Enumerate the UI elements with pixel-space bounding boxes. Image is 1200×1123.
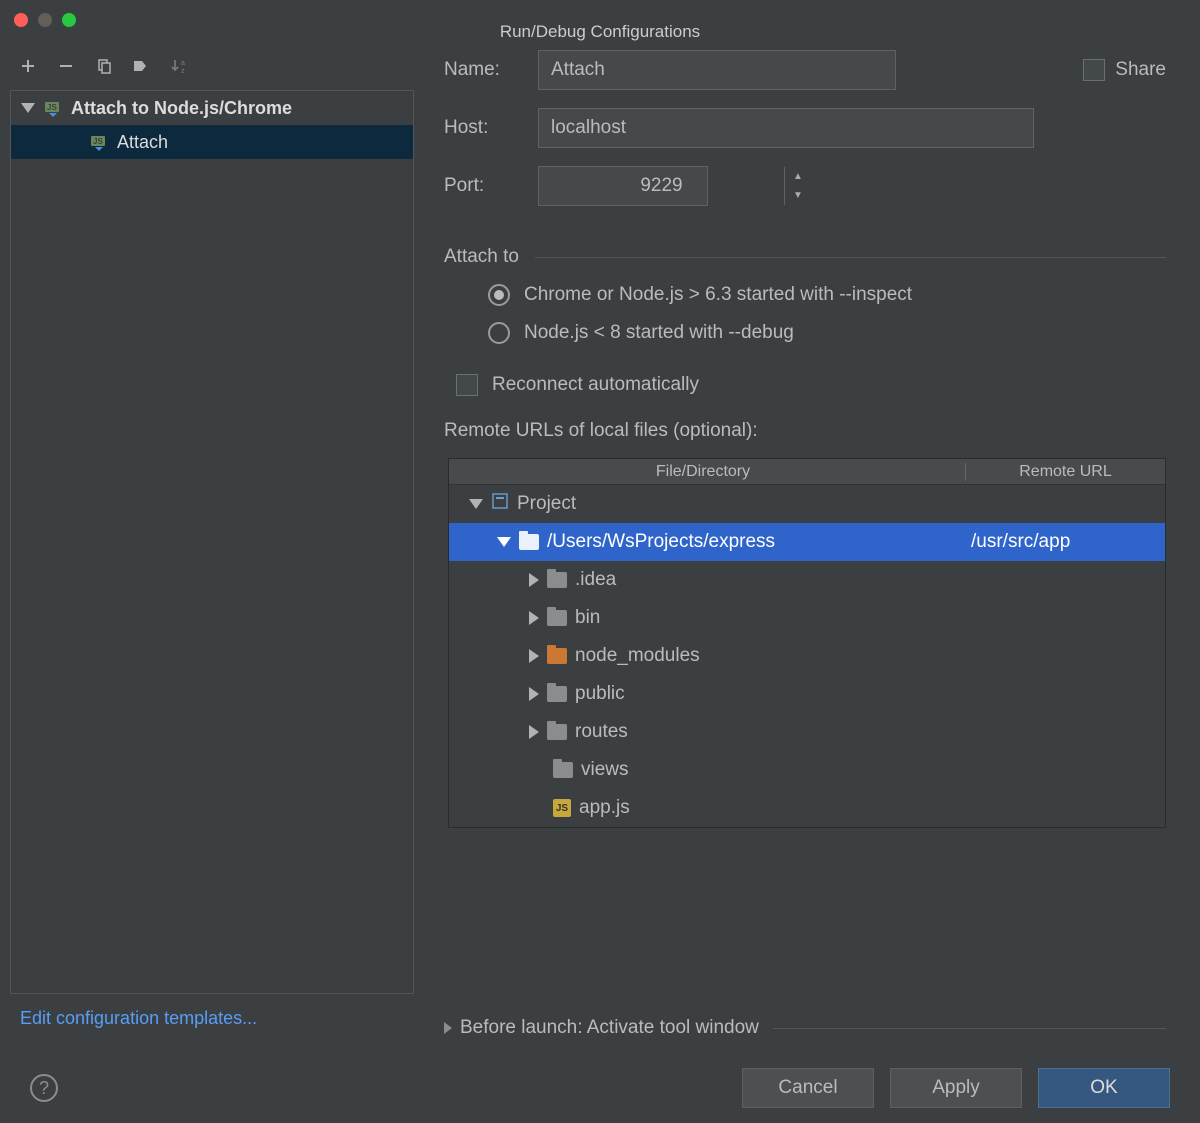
config-form: Name: Share Host: Port: ▲ ▼ Attach to bbox=[424, 40, 1200, 1053]
project-icon bbox=[491, 492, 509, 516]
svg-text:JS: JS bbox=[93, 137, 103, 146]
chevron-right-icon bbox=[529, 611, 539, 625]
copy-config-icon[interactable] bbox=[94, 56, 114, 76]
table-row[interactable]: routes bbox=[449, 713, 1165, 751]
attach-option2-label: Node.js < 8 started with --debug bbox=[524, 322, 794, 344]
port-step-down[interactable]: ▼ bbox=[785, 186, 811, 205]
share-checkbox[interactable] bbox=[1083, 59, 1105, 81]
svg-text:JS: JS bbox=[47, 103, 57, 112]
row-label: public bbox=[575, 683, 625, 705]
save-config-icon[interactable] bbox=[132, 56, 152, 76]
row-label: .idea bbox=[575, 569, 616, 591]
attach-option1-label: Chrome or Node.js > 6.3 started with --i… bbox=[524, 284, 912, 306]
row-label: app.js bbox=[579, 797, 630, 819]
edit-templates-link[interactable]: Edit configuration templates... bbox=[10, 994, 414, 1043]
window-zoom-icon[interactable] bbox=[62, 13, 76, 27]
ok-button[interactable]: OK bbox=[1038, 1068, 1170, 1108]
radio-selected-icon bbox=[488, 284, 510, 306]
radio-icon bbox=[488, 322, 510, 344]
nodejs-icon: JS bbox=[89, 132, 109, 152]
remote-urls-table: File/Directory Remote URL Project /Users… bbox=[448, 458, 1166, 828]
host-label: Host: bbox=[444, 117, 538, 139]
config-tree[interactable]: JS Attach to Node.js/Chrome JS Attach bbox=[10, 90, 414, 994]
dialog-footer: ? Cancel Apply OK bbox=[0, 1053, 1200, 1123]
table-row[interactable]: JS app.js bbox=[449, 789, 1165, 827]
chevron-down-icon bbox=[497, 537, 511, 547]
attach-option-debug[interactable]: Node.js < 8 started with --debug bbox=[444, 314, 1166, 352]
chevron-right-icon bbox=[529, 687, 539, 701]
sort-config-icon[interactable]: az bbox=[170, 56, 190, 76]
port-label: Port: bbox=[444, 175, 538, 197]
remote-url-value[interactable]: /usr/src/app bbox=[963, 531, 1165, 553]
table-row[interactable]: bin bbox=[449, 599, 1165, 637]
table-row[interactable]: views bbox=[449, 751, 1165, 789]
svg-text:z: z bbox=[181, 68, 185, 75]
window-close-icon[interactable] bbox=[14, 13, 28, 27]
remove-config-icon[interactable] bbox=[56, 56, 76, 76]
reconnect-label: Reconnect automatically bbox=[492, 374, 699, 396]
config-item-attach[interactable]: JS Attach bbox=[11, 125, 413, 159]
window-minimize-icon[interactable] bbox=[38, 13, 52, 27]
reconnect-checkbox[interactable] bbox=[456, 374, 478, 396]
table-row[interactable]: node_modules bbox=[449, 637, 1165, 675]
chevron-down-icon bbox=[21, 103, 35, 113]
row-label: routes bbox=[575, 721, 628, 743]
table-row[interactable]: Project bbox=[449, 485, 1165, 523]
configurations-sidebar: az JS Attach to Node.js/Chrome JS Attach… bbox=[0, 40, 424, 1053]
folder-excluded-icon bbox=[547, 648, 567, 664]
svg-text:a: a bbox=[181, 60, 185, 67]
window-title: Run/Debug Configurations bbox=[500, 22, 700, 42]
chevron-right-icon bbox=[529, 573, 539, 587]
folder-icon bbox=[519, 534, 539, 550]
port-input[interactable] bbox=[539, 175, 784, 197]
attach-section-label: Attach to bbox=[444, 246, 519, 268]
folder-icon bbox=[547, 686, 567, 702]
chevron-down-icon bbox=[469, 499, 483, 509]
table-row[interactable]: .idea bbox=[449, 561, 1165, 599]
js-file-icon: JS bbox=[553, 799, 571, 817]
table-row[interactable]: public bbox=[449, 675, 1165, 713]
row-label: node_modules bbox=[575, 645, 700, 667]
row-label: /Users/WsProjects/express bbox=[547, 531, 775, 553]
apply-button[interactable]: Apply bbox=[890, 1068, 1022, 1108]
nodejs-icon: JS bbox=[43, 98, 63, 118]
help-button[interactable]: ? bbox=[30, 1074, 58, 1102]
host-input[interactable] bbox=[538, 108, 1034, 148]
cancel-button[interactable]: Cancel bbox=[742, 1068, 874, 1108]
chevron-right-icon bbox=[529, 725, 539, 739]
folder-icon bbox=[553, 762, 573, 778]
name-input[interactable] bbox=[538, 50, 896, 90]
add-config-icon[interactable] bbox=[18, 56, 38, 76]
divider bbox=[773, 1028, 1166, 1029]
divider bbox=[535, 257, 1166, 258]
col-url-header: Remote URL bbox=[965, 463, 1165, 481]
reconnect-row[interactable]: Reconnect automatically bbox=[444, 352, 1166, 402]
chevron-right-icon[interactable] bbox=[444, 1022, 452, 1034]
row-label: bin bbox=[575, 607, 600, 629]
table-row[interactable]: /Users/WsProjects/express /usr/src/app bbox=[449, 523, 1165, 561]
share-label: Share bbox=[1115, 59, 1166, 81]
config-item-label: Attach bbox=[117, 132, 168, 153]
row-label: Project bbox=[517, 493, 576, 515]
folder-icon bbox=[547, 610, 567, 626]
before-launch-label: Before launch: Activate tool window bbox=[460, 1017, 759, 1039]
port-step-up[interactable]: ▲ bbox=[785, 167, 811, 186]
chevron-right-icon bbox=[529, 649, 539, 663]
remote-urls-label: Remote URLs of local files (optional): bbox=[444, 420, 758, 442]
config-group[interactable]: JS Attach to Node.js/Chrome bbox=[11, 91, 413, 125]
titlebar: Run/Debug Configurations bbox=[0, 0, 1200, 40]
folder-icon bbox=[547, 724, 567, 740]
sidebar-toolbar: az bbox=[10, 50, 414, 90]
row-label: views bbox=[581, 759, 629, 781]
attach-option-inspect[interactable]: Chrome or Node.js > 6.3 started with --i… bbox=[444, 276, 1166, 314]
config-group-label: Attach to Node.js/Chrome bbox=[71, 98, 292, 119]
col-file-header: File/Directory bbox=[449, 463, 965, 481]
name-label: Name: bbox=[444, 59, 538, 81]
folder-icon bbox=[547, 572, 567, 588]
